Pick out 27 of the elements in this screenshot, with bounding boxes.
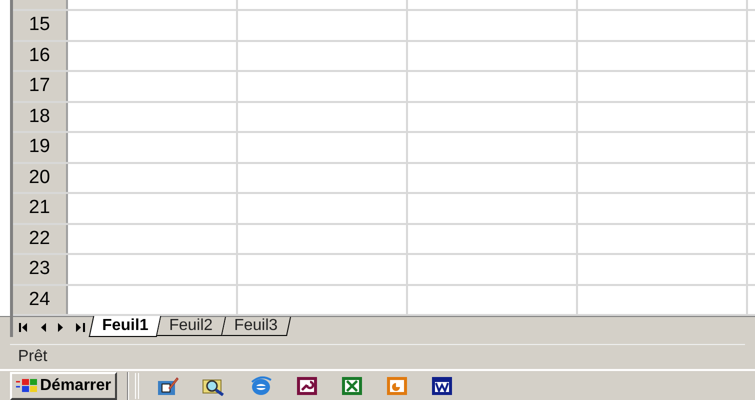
row-header[interactable]: 24 xyxy=(13,286,68,314)
slide-chart-icon[interactable] xyxy=(386,376,408,396)
row-header[interactable]: 20 xyxy=(13,164,68,192)
document-w-icon[interactable] xyxy=(431,376,454,396)
row-header[interactable]: 16 xyxy=(13,42,68,70)
spreadsheet-x-icon[interactable] xyxy=(341,376,364,396)
notepad-pencil-icon[interactable] xyxy=(157,376,180,396)
row-header[interactable]: 17 xyxy=(13,72,68,100)
row-header[interactable]: 23 xyxy=(13,255,68,284)
previous-sheet-icon[interactable] xyxy=(40,322,46,332)
status-text: Prêt xyxy=(17,347,48,368)
last-sheet-icon[interactable] xyxy=(76,322,85,332)
first-sheet-icon[interactable] xyxy=(19,322,28,332)
sheet-tab[interactable]: Feuil1 xyxy=(88,316,162,337)
row-header[interactable]: 21 xyxy=(13,194,68,222)
row-header[interactable]: 15 xyxy=(13,11,68,40)
start-button[interactable]: Démarrer xyxy=(10,372,118,400)
key-icon[interactable] xyxy=(296,376,318,396)
row-header[interactable]: 19 xyxy=(13,133,68,162)
sheet-tab[interactable]: Feuil2 xyxy=(157,317,226,336)
windows-flag-icon xyxy=(16,376,38,395)
row-header[interactable]: 22 xyxy=(13,224,68,253)
letter-e-globe-icon[interactable] xyxy=(249,376,274,396)
row-header[interactable] xyxy=(13,0,68,9)
next-sheet-icon[interactable] xyxy=(58,322,64,332)
sheet-tab[interactable]: Feuil3 xyxy=(222,317,290,336)
row-header[interactable]: 18 xyxy=(13,102,68,131)
